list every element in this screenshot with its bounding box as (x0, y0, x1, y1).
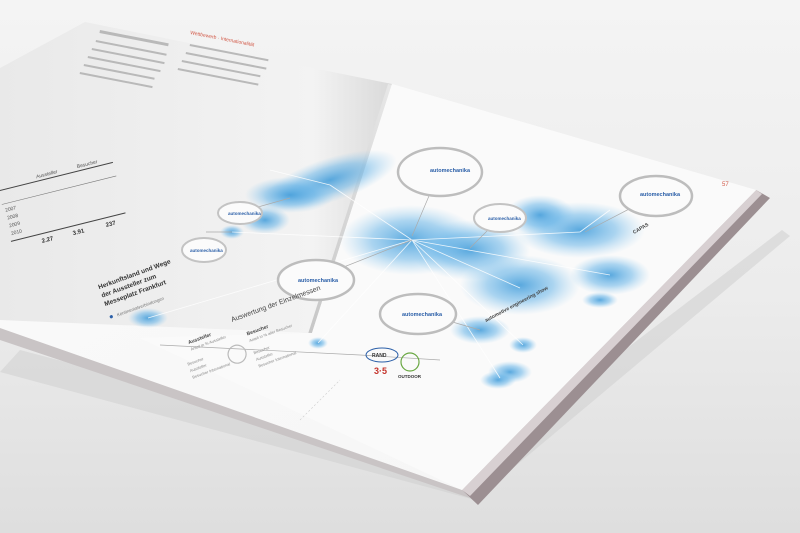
bubble-5: automechanika (181, 237, 227, 263)
bubble-1-label: automechanika (430, 168, 471, 174)
bubble-7-label: automechanika (402, 312, 443, 318)
bubble-5-label: automechanika (190, 248, 223, 253)
brochure-photo: Wettbewerb · Internationalität Ausstelle… (0, 22, 790, 505)
bubble-3-label: automechanika (488, 216, 521, 221)
page-number: 57 (722, 182, 729, 188)
bubble-7: automechanika (378, 292, 458, 336)
bubble-1: automechanika (396, 146, 484, 198)
bubble-4: automechanika (217, 201, 263, 225)
logo-rand: RAND (372, 353, 387, 359)
bubble-2-label: automechanika (640, 192, 681, 198)
bubble-3: automechanika (473, 203, 527, 233)
logo-35: 3·5 (374, 366, 387, 376)
bubble-4-label: automechanika (228, 211, 261, 216)
logo-outdoor: OUTDOOR (398, 374, 422, 379)
bubble-2: automechanika (618, 174, 694, 218)
bubble-6: automechanika (276, 258, 356, 302)
bubble-6-label: automechanika (298, 278, 339, 284)
